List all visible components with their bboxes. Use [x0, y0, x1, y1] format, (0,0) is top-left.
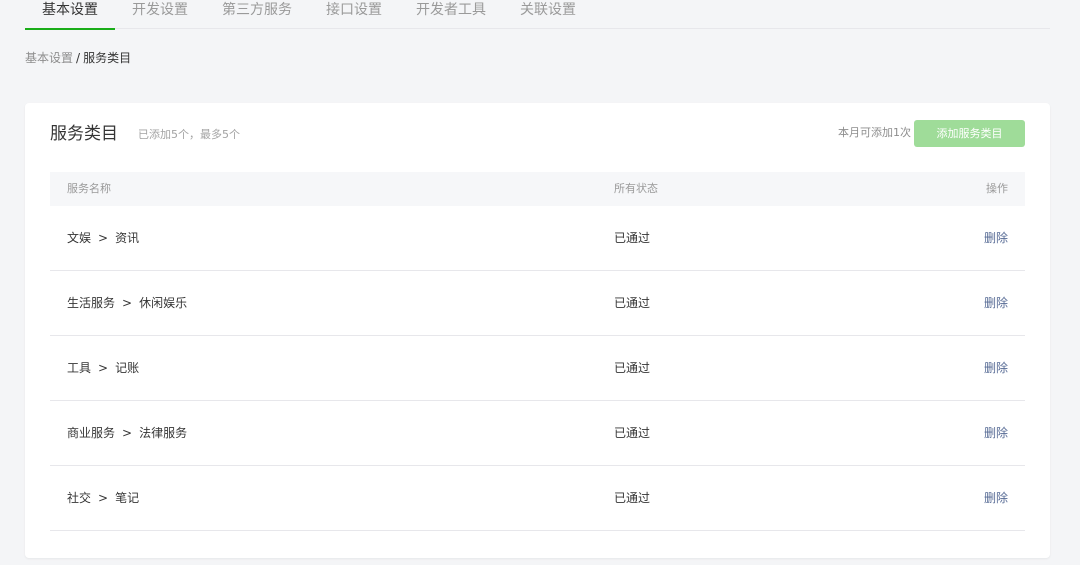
category-separator: > — [98, 361, 109, 375]
service-category-table: 服务名称 所有状态 操作 文娱 > 资讯 已通过 删除 生活服务 > 休闲娱乐 已通过 … — [50, 172, 1025, 531]
service-category-card: 服务类目 已添加5个，最多5个 本月可添加1次 添加服务类目 服务名称 所有状态… — [25, 103, 1050, 558]
delete-link[interactable]: 删除 — [984, 230, 1008, 246]
service-name-cell: 生活服务 > 休闲娱乐 — [67, 295, 187, 311]
category-separator: > — [122, 426, 133, 440]
header-service-name: 服务名称 — [67, 182, 111, 195]
status-cell: 已通过 — [614, 491, 651, 505]
service-name-cell: 商业服务 > 法律服务 — [67, 425, 187, 441]
breadcrumb-separator: / — [76, 51, 81, 65]
delete-link[interactable]: 删除 — [984, 425, 1008, 441]
subcategory-label: 记账 — [115, 361, 140, 375]
subcategory-label: 休闲娱乐 — [139, 296, 188, 310]
category-label: 商业服务 — [67, 426, 116, 440]
tab-developer-tools[interactable]: 开发者工具 — [399, 0, 503, 29]
table-row: 商业服务 > 法律服务 已通过 删除 — [50, 401, 1025, 466]
tab-third-party-services[interactable]: 第三方服务 — [205, 0, 309, 29]
delete-link[interactable]: 删除 — [984, 360, 1008, 376]
service-name-cell: 社交 > 笔记 — [67, 490, 139, 506]
table-row: 社交 > 笔记 已通过 删除 — [50, 466, 1025, 531]
subcategory-label: 资讯 — [115, 231, 140, 245]
status-cell: 已通过 — [614, 426, 651, 440]
tab-development-settings[interactable]: 开发设置 — [115, 0, 205, 29]
breadcrumb-current: 服务类目 — [83, 51, 132, 65]
subcategory-label: 笔记 — [115, 491, 140, 505]
category-separator: > — [122, 296, 133, 310]
category-label: 文娱 — [67, 231, 92, 245]
card-subtitle: 已添加5个，最多5个 — [138, 128, 240, 141]
service-name-cell: 文娱 > 资讯 — [67, 230, 139, 246]
breadcrumb: 基本设置 / 服务类目 — [25, 50, 131, 66]
service-name-cell: 工具 > 记账 — [67, 360, 139, 376]
tab-association-settings[interactable]: 关联设置 — [503, 0, 593, 29]
top-tab-bar: 基本设置 开发设置 第三方服务 接口设置 开发者工具 关联设置 — [25, 0, 1050, 30]
category-label: 生活服务 — [67, 296, 116, 310]
breadcrumb-parent-link[interactable]: 基本设置 — [25, 51, 73, 65]
subcategory-label: 法律服务 — [139, 426, 188, 440]
tab-basic-settings[interactable]: 基本设置 — [25, 0, 115, 30]
status-cell: 已通过 — [614, 231, 651, 245]
header-action: 操作 — [986, 182, 1008, 195]
add-service-category-button[interactable]: 添加服务类目 — [914, 120, 1025, 147]
table-row: 文娱 > 资讯 已通过 删除 — [50, 206, 1025, 271]
table-row: 生活服务 > 休闲娱乐 已通过 删除 — [50, 271, 1025, 336]
table-header: 服务名称 所有状态 操作 — [50, 172, 1025, 206]
tab-interface-settings[interactable]: 接口设置 — [309, 0, 399, 29]
card-title: 服务类目 — [50, 124, 118, 144]
delete-link[interactable]: 删除 — [984, 490, 1008, 506]
category-separator: > — [98, 491, 109, 505]
status-cell: 已通过 — [614, 296, 651, 310]
header-status-filter[interactable]: 所有状态 — [614, 181, 658, 197]
monthly-quota-text: 本月可添加1次 — [838, 126, 911, 139]
status-cell: 已通过 — [614, 361, 651, 375]
category-label: 社交 — [67, 491, 92, 505]
table-row: 工具 > 记账 已通过 删除 — [50, 336, 1025, 401]
category-label: 工具 — [67, 361, 92, 375]
delete-link[interactable]: 删除 — [984, 295, 1008, 311]
category-separator: > — [98, 231, 109, 245]
